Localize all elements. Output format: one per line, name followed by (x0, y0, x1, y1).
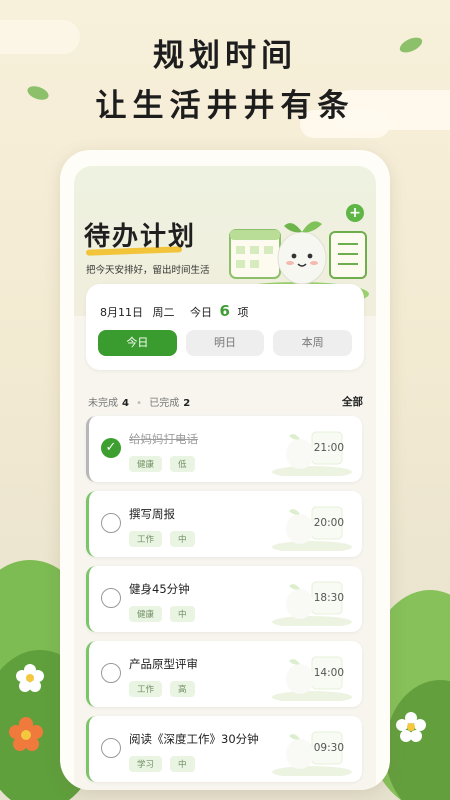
category-tag: 学习 (129, 756, 163, 772)
task-tags: 工作高 (129, 681, 195, 697)
promo-headline: 规划时间 让生活井井有条 (0, 34, 450, 128)
task-tags: 学习中 (129, 756, 195, 772)
page-title: 待办计划 (84, 222, 197, 252)
category-tag: 健康 (129, 456, 163, 472)
count-unit: 项 (237, 306, 249, 319)
headline-line1: 规划时间 (153, 38, 297, 74)
task-title: 阅读《深度工作》30分钟 (129, 732, 259, 746)
task-card[interactable]: 撰写周报工作中 20:00 (86, 491, 362, 557)
tab-today[interactable]: 今日 (98, 330, 177, 356)
task-card[interactable]: 产品原型评审 工作高 14:00 (86, 641, 362, 707)
add-task-icon[interactable]: + (346, 204, 364, 222)
tab-tomorrow[interactable]: 明日 (185, 330, 265, 356)
task-title: 给妈妈打电话 (129, 432, 198, 446)
headline-line2: 让生活井井有条 (95, 88, 355, 124)
checkbox[interactable] (101, 588, 121, 608)
checked-checkbox-icon[interactable]: ✓ (101, 438, 121, 458)
completion-status: 未完成 4 • 已完成 2 (88, 398, 191, 409)
task-title: 健身45分钟 (129, 582, 190, 596)
filter-all-link[interactable]: 全部 (342, 394, 363, 409)
checkbox[interactable] (101, 513, 121, 533)
task-tags: 健康中 (129, 606, 195, 622)
flower-icon (396, 712, 426, 742)
task-card[interactable]: ✓ 给妈妈打电话 健康低 21:00 (86, 416, 362, 482)
flower-icon (16, 664, 44, 692)
priority-tag: 中 (170, 531, 195, 547)
task-time: 09:30 (313, 742, 344, 754)
category-tag: 工作 (129, 681, 163, 697)
priority-tag: 高 (170, 681, 195, 697)
task-title: 撰写周报 (129, 507, 175, 521)
task-card[interactable]: 阅读《深度工作》30分钟 学习中 09:30 (86, 716, 362, 782)
flower-icon (9, 717, 43, 751)
task-tags: 健康低 (129, 456, 195, 472)
task-tags: 工作中 (129, 531, 195, 547)
weekday-text: 周二 (152, 306, 175, 319)
pending-label: 未完成 (88, 398, 118, 409)
task-count: 6 (219, 302, 230, 320)
task-time: 18:30 (313, 592, 344, 604)
task-time: 21:00 (313, 442, 344, 454)
summary-card: 8月11日 周二 今日 6 项 今日 明日 本周 (86, 284, 364, 370)
priority-tag: 中 (170, 756, 195, 772)
checkbox[interactable] (101, 738, 121, 758)
task-card[interactable]: 健身45分钟 健康中 18:30 (86, 566, 362, 632)
priority-tag: 低 (170, 456, 195, 472)
date-text: 8月11日 (100, 306, 143, 319)
phone-frame: 待办计划 把今天安排好，留出时间生活 + 8月11日 周二 今日 6 项 今日 … (60, 150, 390, 790)
category-tag: 工作 (129, 531, 163, 547)
today-label: 今日 (190, 306, 212, 319)
date-summary: 8月11日 周二 今日 6 项 (100, 302, 248, 320)
done-count: 2 (183, 398, 191, 409)
task-title: 产品原型评审 (129, 657, 198, 671)
category-tag: 健康 (129, 606, 163, 622)
task-time: 14:00 (313, 667, 344, 679)
pending-count: 4 (122, 398, 129, 409)
period-tabs: 今日 明日 本周 (98, 330, 353, 356)
tab-this-week[interactable]: 本周 (273, 330, 353, 356)
page-subtitle: 把今天安排好，留出时间生活 (86, 265, 210, 276)
app-screen: 待办计划 把今天安排好，留出时间生活 + 8月11日 周二 今日 6 项 今日 … (74, 166, 376, 790)
checkbox[interactable] (101, 663, 121, 683)
task-time: 20:00 (313, 517, 344, 529)
done-label: 已完成 (149, 398, 180, 409)
priority-tag: 中 (170, 606, 195, 622)
